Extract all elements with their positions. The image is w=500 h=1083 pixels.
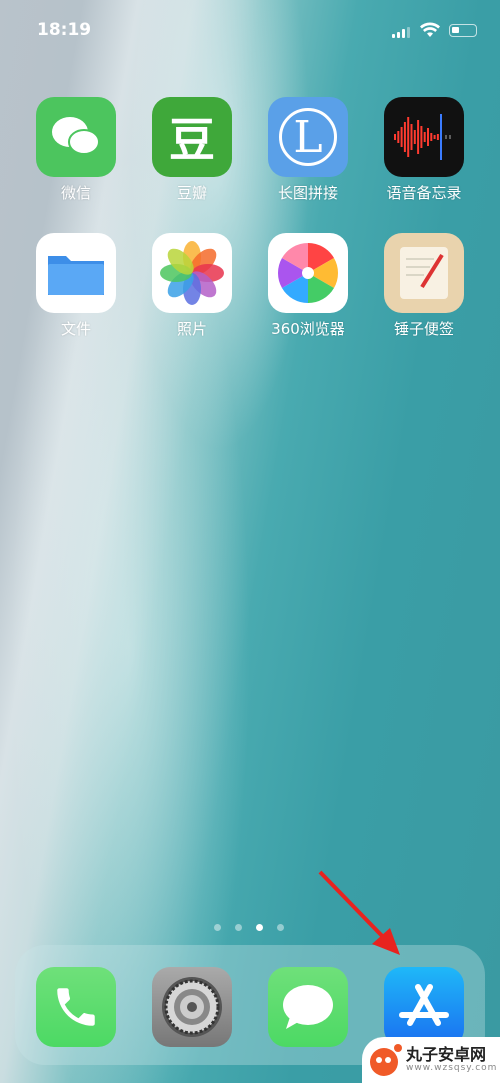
watermark-url: www.wzsqsy.com	[406, 1063, 498, 1073]
watermark-logo	[370, 1044, 402, 1076]
watermark-title: 丸子安卓网	[406, 1045, 487, 1064]
watermark: 丸子安卓网 www.wzsqsy.com	[362, 1037, 500, 1083]
red-arrow-annotation	[318, 870, 400, 955]
